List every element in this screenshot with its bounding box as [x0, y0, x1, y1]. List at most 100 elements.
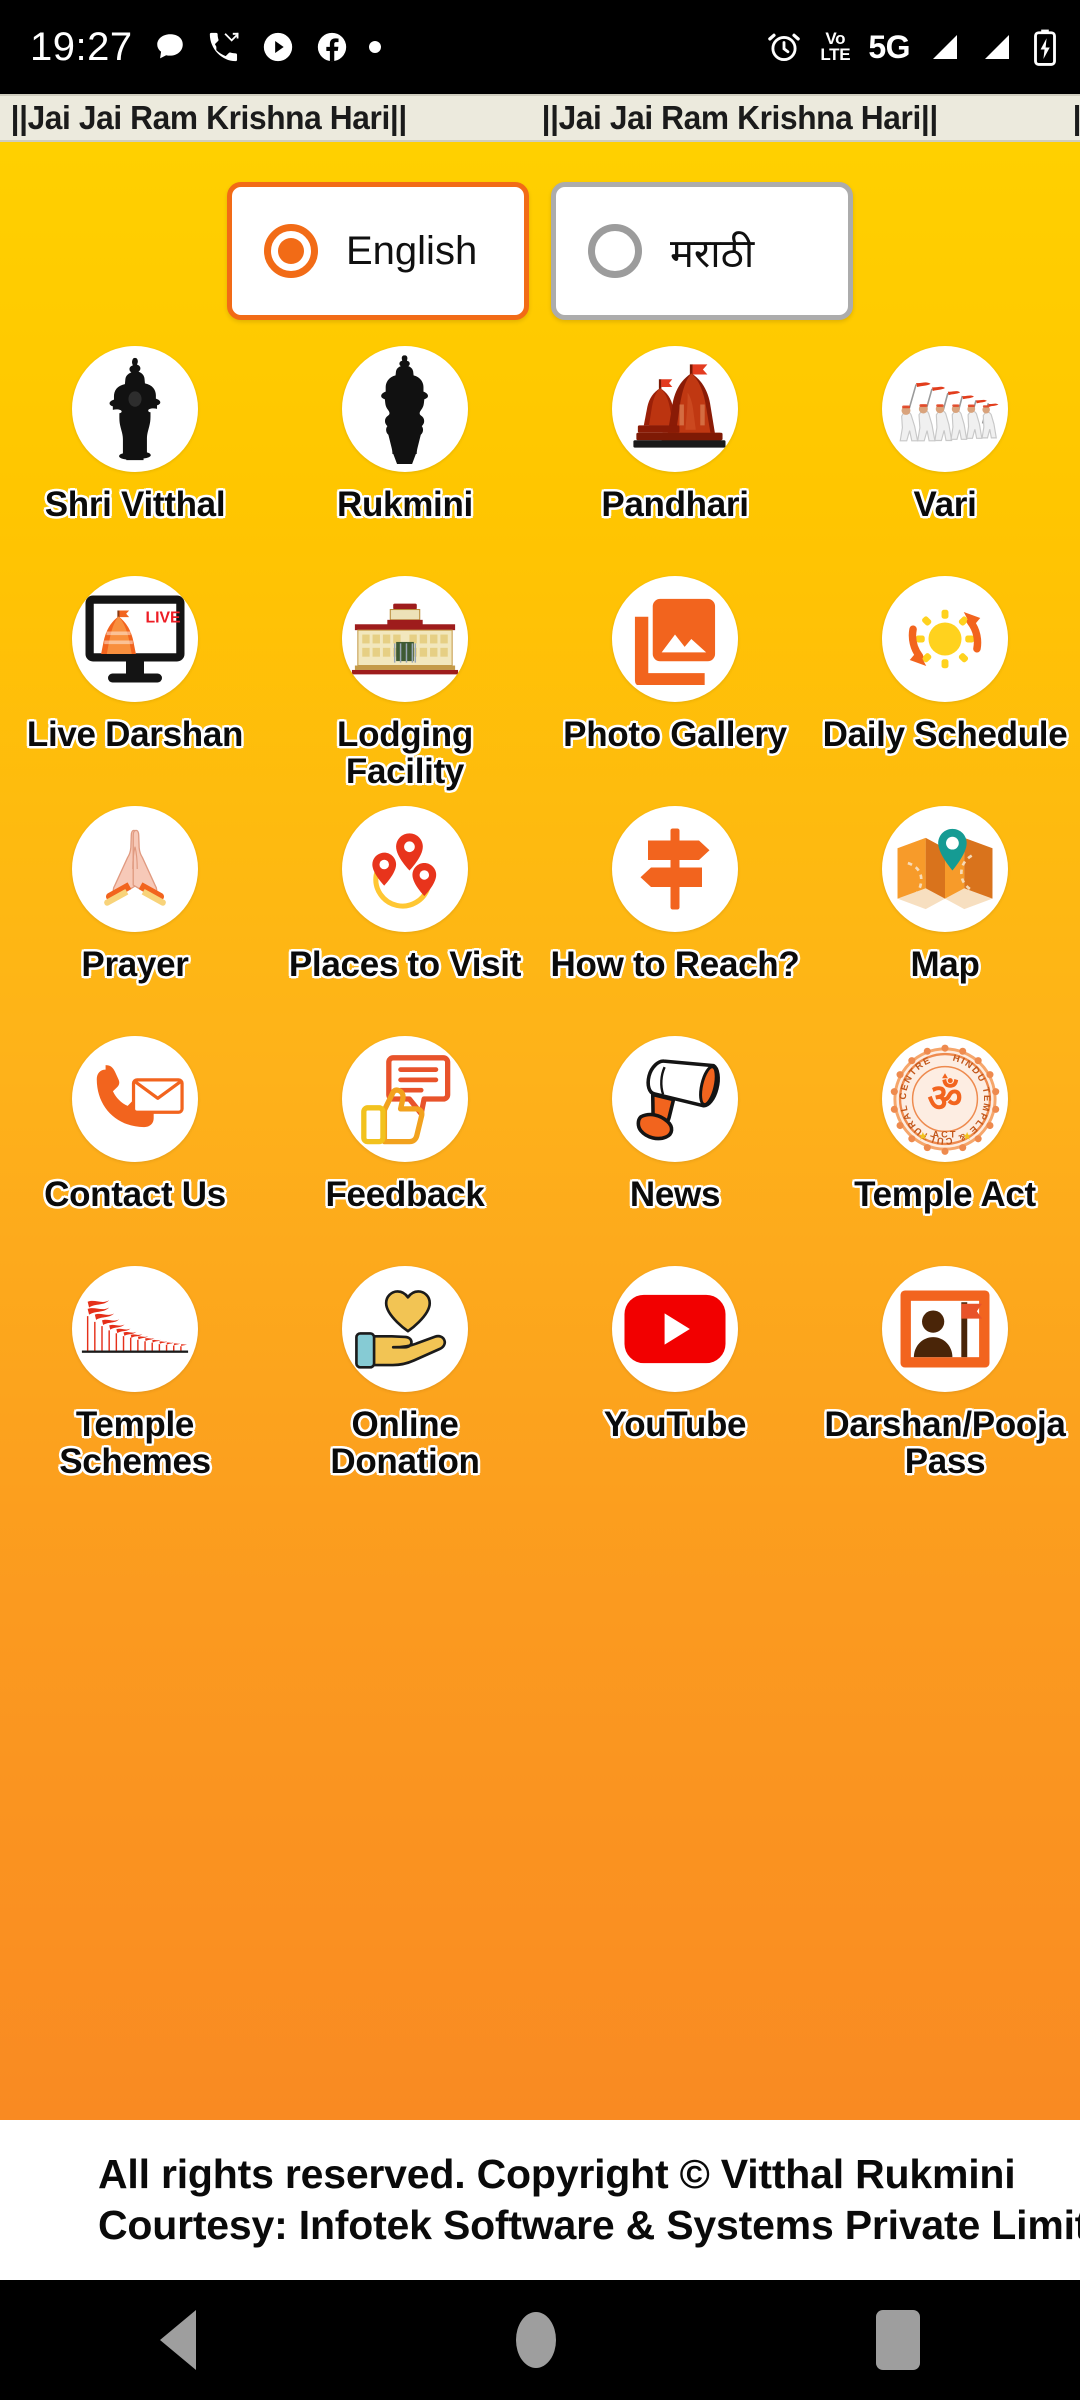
grid-item-label: Live Darshan — [26, 715, 244, 754]
grid-item-daily-schedule[interactable]: Daily Schedule — [810, 572, 1080, 802]
missed-call-icon — [207, 30, 241, 64]
language-option-label: मराठी — [670, 231, 755, 276]
volte-bottom-label: LTE — [820, 45, 851, 64]
grid-item-label: Places to Visit — [288, 945, 522, 984]
praying-hands-icon — [72, 806, 198, 932]
grid-item-label: Lodging Facility — [337, 715, 473, 792]
svg-text:LIVE: LIVE — [146, 610, 181, 627]
recents-icon[interactable] — [876, 2310, 920, 2370]
temple-domes-icon — [612, 346, 738, 472]
grid-item-places-to-visit[interactable]: Places to Visit — [270, 802, 540, 1032]
status-clock: 19:27 — [30, 25, 133, 69]
grid-item-photo-gallery[interactable]: Photo Gallery — [540, 572, 810, 802]
folded-map-pin-icon — [882, 806, 1008, 932]
grid-item-lodging-facility[interactable]: Lodging Facility — [270, 572, 540, 802]
battery-charging-icon — [1032, 28, 1058, 66]
home-icon[interactable] — [516, 2312, 556, 2368]
grid-item-label: Darshan/Pooja Pass — [824, 1405, 1066, 1482]
marquee-text: ||Jai Jai Ram Krishna Hari|| — [541, 99, 938, 136]
map-pins-icon — [342, 806, 468, 932]
grid-item-label: Daily Schedule — [822, 715, 1068, 754]
grid-item-label: Shri Vitthal — [44, 485, 226, 524]
chat-bubble-icon — [153, 30, 187, 64]
language-selector: English मराठी — [0, 182, 1080, 320]
language-option-english[interactable]: English — [227, 182, 529, 320]
om-seal-icon: HINDU TEMPLE & CULTURAL CENTRE ॐ ACT — [882, 1036, 1008, 1162]
grid-item-temple-schemes[interactable]: Temple Schemes — [0, 1262, 270, 1492]
grid-item-label: Prayer — [81, 945, 189, 984]
phone-envelope-icon — [72, 1036, 198, 1162]
language-option-label: English — [346, 228, 478, 273]
signal-bars-icon — [928, 31, 962, 63]
facebook-icon — [315, 30, 349, 64]
grid-item-rukmini[interactable]: Rukmini — [270, 342, 540, 572]
network-type-label: 5G — [868, 28, 910, 65]
grid-item-label: Pandhari — [601, 485, 749, 524]
lodging-building-icon — [342, 576, 468, 702]
grid-item-vari[interactable]: Vari — [810, 342, 1080, 572]
footer-courtesy-line: Courtesy: Infotek Software & Systems Pri… — [98, 2202, 1080, 2248]
grid-item-live-darshan[interactable]: LIVE Live Darshan — [0, 572, 270, 802]
grid-item-label: Feedback — [325, 1175, 485, 1214]
footer-copyright-line: All rights reserved. Copyright © Vitthal… — [98, 2151, 1016, 2198]
grid-item-label: Temple Schemes — [59, 1405, 211, 1482]
app-screen: 19:27 Vo LTE 5G ||Jai Jai Ram Krishna Ha… — [0, 0, 1080, 2400]
marquee-text: ||Jai Jai Ram Krishna Hari|| — [10, 99, 408, 136]
youtube-icon — [612, 1266, 738, 1392]
radio-selected-icon[interactable] — [264, 224, 318, 278]
grid-item-label: Rukmini — [337, 485, 473, 524]
grid-item-label: Temple Act — [854, 1175, 1036, 1214]
language-option-marathi[interactable]: मराठी — [551, 182, 853, 320]
grid-item-label: Photo Gallery — [563, 715, 787, 754]
back-icon[interactable] — [160, 2310, 196, 2370]
grid-item-online-donation[interactable]: Online Donation — [270, 1262, 540, 1492]
grid-item-contact-us[interactable]: Contact Us — [0, 1032, 270, 1262]
play-circle-icon — [261, 30, 295, 64]
grid-item-darshan-pooja-pass[interactable]: Darshan/Pooja Pass — [810, 1262, 1080, 1492]
live-monitor-icon: LIVE — [72, 576, 198, 702]
signal-bars-icon — [980, 31, 1014, 63]
grid-item-label: Vari — [913, 485, 977, 524]
alarm-clock-icon — [766, 29, 802, 65]
volte-icon: Vo LTE — [820, 30, 851, 64]
photo-gallery-icon — [612, 576, 738, 702]
darshan-pass-icon — [882, 1266, 1008, 1392]
vitthal-deity-icon — [72, 346, 198, 472]
rukmini-deity-icon — [342, 346, 468, 472]
menu-grid: Shri Vitthal Rukmini Pandhari Vari LIVE … — [0, 342, 1080, 1492]
svg-text:ACT: ACT — [933, 1129, 958, 1139]
grid-item-temple-act[interactable]: HINDU TEMPLE & CULTURAL CENTRE ॐ ACT Tem… — [810, 1032, 1080, 1262]
grid-item-feedback[interactable]: Feedback — [270, 1032, 540, 1262]
megaphone-icon — [612, 1036, 738, 1162]
grid-item-label: Contact Us — [44, 1175, 226, 1214]
pilgrim-procession-icon — [882, 346, 1008, 472]
main-content: English मराठी Shri Vitthal Rukmini Pandh… — [0, 142, 1080, 2120]
radio-unselected-icon[interactable] — [588, 224, 642, 278]
grid-item-label: News — [629, 1175, 721, 1214]
grid-item-shri-vitthal[interactable]: Shri Vitthal — [0, 342, 270, 572]
grid-item-news[interactable]: News — [540, 1032, 810, 1262]
grid-item-label: Map — [910, 945, 980, 984]
grid-item-label: YouTube — [603, 1405, 747, 1444]
grid-item-youtube[interactable]: YouTube — [540, 1262, 810, 1492]
status-bar-right: Vo LTE 5G — [766, 28, 1058, 66]
grid-item-how-to-reach[interactable]: How to Reach? — [540, 802, 810, 1032]
svg-text:ॐ: ॐ — [928, 1078, 963, 1120]
thumbs-up-chat-icon — [342, 1036, 468, 1162]
grid-item-label: Online Donation — [330, 1405, 480, 1482]
sun-refresh-icon — [882, 576, 1008, 702]
dot-icon — [368, 41, 381, 53]
grid-item-prayer[interactable]: Prayer — [0, 802, 270, 1032]
status-bar-left: 19:27 — [30, 27, 381, 67]
grid-item-map[interactable]: Map — [810, 802, 1080, 1032]
footer-marquee: All rights reserved. Copyright © Vitthal… — [0, 2120, 1080, 2280]
red-flags-icon — [72, 1266, 198, 1392]
android-nav-bar — [0, 2280, 1080, 2400]
grid-item-pandhari[interactable]: Pandhari — [540, 342, 810, 572]
hand-heart-icon — [342, 1266, 468, 1392]
status-bar: 19:27 Vo LTE 5G — [0, 0, 1080, 94]
marquee-banner: ||Jai Jai Ram Krishna Hari|| ||Jai Jai R… — [0, 94, 1080, 142]
grid-item-label: How to Reach? — [550, 945, 800, 984]
signpost-icon — [612, 806, 738, 932]
marquee-text: ||Jai Jai Ram Krishna Hari|| — [1072, 99, 1080, 136]
